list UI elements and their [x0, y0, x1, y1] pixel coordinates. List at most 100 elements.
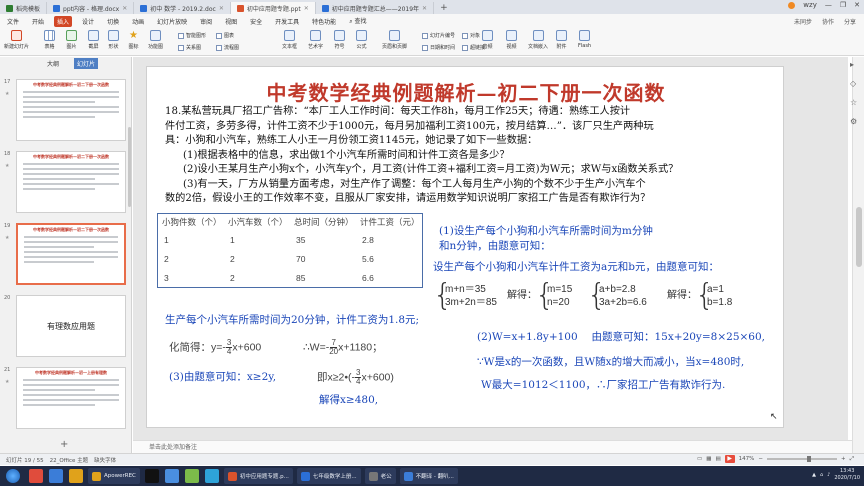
tab-slides[interactable]: 幻灯片 — [74, 57, 99, 69]
zoom-slider-knob[interactable] — [806, 456, 811, 462]
shape-button[interactable]: 形状 — [108, 30, 119, 50]
slide-thumbnail[interactable]: 有理数应用题 — [16, 295, 126, 357]
scroll-thumb[interactable] — [856, 207, 862, 267]
penguin-icon[interactable] — [144, 469, 159, 483]
add-slide-button[interactable]: + — [60, 439, 68, 450]
close-icon[interactable]: ✕ — [422, 5, 427, 12]
menu-file[interactable]: 文件 — [4, 16, 22, 27]
volume-icon[interactable]: ♪ — [827, 472, 830, 478]
symbol-button[interactable]: 符号 — [334, 30, 345, 50]
taskbar-app[interactable]: 初中应用题专题.p... — [223, 468, 293, 484]
doc-tab[interactable]: ppt内容 - 格理.docx ✕ — [47, 2, 135, 14]
menu-slideshow[interactable]: 幻灯片放映 — [154, 16, 190, 27]
folder-icon[interactable] — [69, 469, 83, 483]
wordart-button[interactable]: 艺术字 — [308, 30, 323, 50]
slide-thumbnail[interactable]: 中考数学经典例题解析—初一上册有理数 — [16, 367, 126, 429]
share-button[interactable]: 分享 — [844, 17, 856, 26]
zoom-slider[interactable] — [766, 456, 837, 462]
clock[interactable]: 13:43 2020/7/10 — [834, 468, 860, 482]
app-icon[interactable] — [204, 469, 219, 483]
taskbar-app[interactable]: 不翻译 - 翻叭... — [399, 468, 458, 484]
menu-features[interactable]: 特色功能 — [309, 16, 339, 27]
sorter-view-icon[interactable]: ▦ — [706, 456, 711, 462]
notes-area[interactable]: 单击此处添加备注 — [133, 440, 852, 453]
close-icon[interactable]: ✕ — [304, 5, 309, 12]
select-tool-icon[interactable]: ▸ — [850, 60, 857, 69]
flash-button[interactable]: Flash — [578, 30, 591, 49]
minimize-icon[interactable]: — — [825, 1, 832, 9]
chart-button[interactable]: 图表 — [216, 32, 234, 39]
app-icon[interactable] — [29, 469, 43, 483]
menu-insert[interactable]: 插入 — [54, 15, 73, 27]
slide[interactable]: 中考数学经典例题解析—初二下册一次函数 18.某私营玩具厂招工广告称：“本厂工人… — [146, 66, 784, 428]
video-button[interactable]: 视频 — [506, 30, 517, 50]
tray-icon[interactable]: ▲ — [812, 472, 816, 478]
doc-tab[interactable]: 初中 数学 - 2019.2.doc ✕ — [134, 2, 231, 14]
maximize-icon[interactable]: ❐ — [840, 1, 846, 9]
header-footer-button[interactable]: 页眉和页脚 — [382, 30, 407, 50]
settings-icon[interactable]: ⚙ — [850, 117, 857, 126]
doc-tab-home[interactable]: 稻壳模板 — [0, 2, 48, 14]
fit-window-icon[interactable]: ⤢ — [850, 456, 854, 463]
missing-fonts[interactable]: 缺失字体 — [94, 456, 116, 464]
embed-doc-button[interactable]: 文档嵌入 — [528, 30, 548, 50]
menu-review[interactable]: 审阅 — [197, 16, 215, 27]
taskbar-app[interactable]: 老公 — [364, 468, 396, 484]
menu-transition[interactable]: 切换 — [104, 16, 122, 27]
textbox-button[interactable]: 文本框 — [282, 30, 297, 50]
start-button[interactable] — [6, 469, 20, 483]
play-slideshow-button[interactable]: ▶ — [724, 455, 735, 463]
normal-view-icon[interactable]: ▭ — [697, 456, 702, 462]
slide-thumbnail-selected[interactable]: 中考数学经典例题解析—初二下册一次函数 — [16, 223, 126, 285]
menu-security[interactable]: 安全 — [247, 16, 265, 27]
new-slide-button[interactable]: 新建幻灯片 — [4, 30, 29, 50]
menu-animation[interactable]: 动画 — [129, 16, 147, 27]
audio-button[interactable]: 音频 — [482, 30, 493, 50]
zoom-out-icon[interactable]: − — [758, 456, 763, 462]
slide-number-button[interactable]: 幻灯片编号 — [422, 32, 455, 39]
thumb-line — [23, 404, 95, 406]
menu-home[interactable]: 开始 — [29, 16, 47, 27]
picture-button[interactable]: 图片 — [66, 30, 77, 50]
sync-status[interactable]: 未同步 — [794, 17, 812, 26]
panel-scrollbar[interactable] — [128, 127, 131, 207]
zoom-in-icon[interactable]: + — [841, 456, 846, 462]
doc-tab-active[interactable]: 初中应用题专题.ppt ✕ — [230, 2, 316, 14]
doc-tab[interactable]: 初中应用题专题汇总——2019年 ✕ — [316, 2, 435, 14]
network-icon[interactable]: ⌂ — [820, 472, 823, 478]
new-tab-button[interactable]: + — [434, 2, 454, 14]
app-icon[interactable] — [184, 469, 199, 483]
user-name[interactable]: wzy — [803, 1, 817, 9]
function-chart-button[interactable]: 功能图 — [148, 30, 163, 50]
smart-graphic-button[interactable]: 智能图形 — [178, 32, 206, 39]
menu-view[interactable]: 视图 — [222, 16, 240, 27]
tab-outline[interactable]: 大纲 — [44, 58, 62, 69]
taskbar-app[interactable]: ApowerREC — [88, 468, 140, 484]
attachment-button[interactable]: 附件 — [556, 30, 567, 50]
formula-button[interactable]: 公式 — [356, 30, 367, 50]
close-icon[interactable]: ✕ — [219, 5, 224, 12]
menu-design[interactable]: 设计 — [79, 16, 97, 27]
shape-tool-icon[interactable]: ◇ — [850, 79, 857, 88]
date-time-button[interactable]: 日期和时间 — [422, 44, 455, 51]
close-icon[interactable]: ✕ — [122, 5, 127, 12]
star-tool-icon[interactable]: ☆ — [850, 98, 857, 107]
zoom-level[interactable]: 147% — [739, 456, 755, 462]
taskbar-app[interactable]: 七年级数学上册... — [296, 468, 361, 484]
screenshot-button[interactable]: 截屏 — [88, 30, 99, 50]
object-button[interactable]: 对象 — [462, 32, 480, 39]
close-window-icon[interactable]: ✕ — [854, 1, 860, 9]
table-button[interactable]: 表格 — [44, 30, 55, 50]
app-icon[interactable] — [164, 469, 179, 483]
slide-thumbnail[interactable]: 中考数学经典例题解析—初二下册一次函数 — [16, 79, 126, 141]
relation-chart-button[interactable]: 关系图 — [178, 44, 201, 51]
flowchart-button[interactable]: 流程图 — [216, 44, 239, 51]
menu-developer[interactable]: 开发工具 — [272, 16, 302, 27]
icon-button[interactable]: ★ 图标 — [128, 30, 139, 50]
slide-thumbnail[interactable]: 中考数学经典例题解析—初二下册一次函数 — [16, 151, 126, 213]
reading-view-icon[interactable]: ▤ — [715, 456, 720, 462]
app-icon[interactable] — [49, 469, 63, 483]
search-box[interactable]: ⌕ 查找 — [346, 15, 369, 27]
notification-icon[interactable] — [788, 1, 796, 9]
collaborate-button[interactable]: 协作 — [822, 17, 834, 26]
